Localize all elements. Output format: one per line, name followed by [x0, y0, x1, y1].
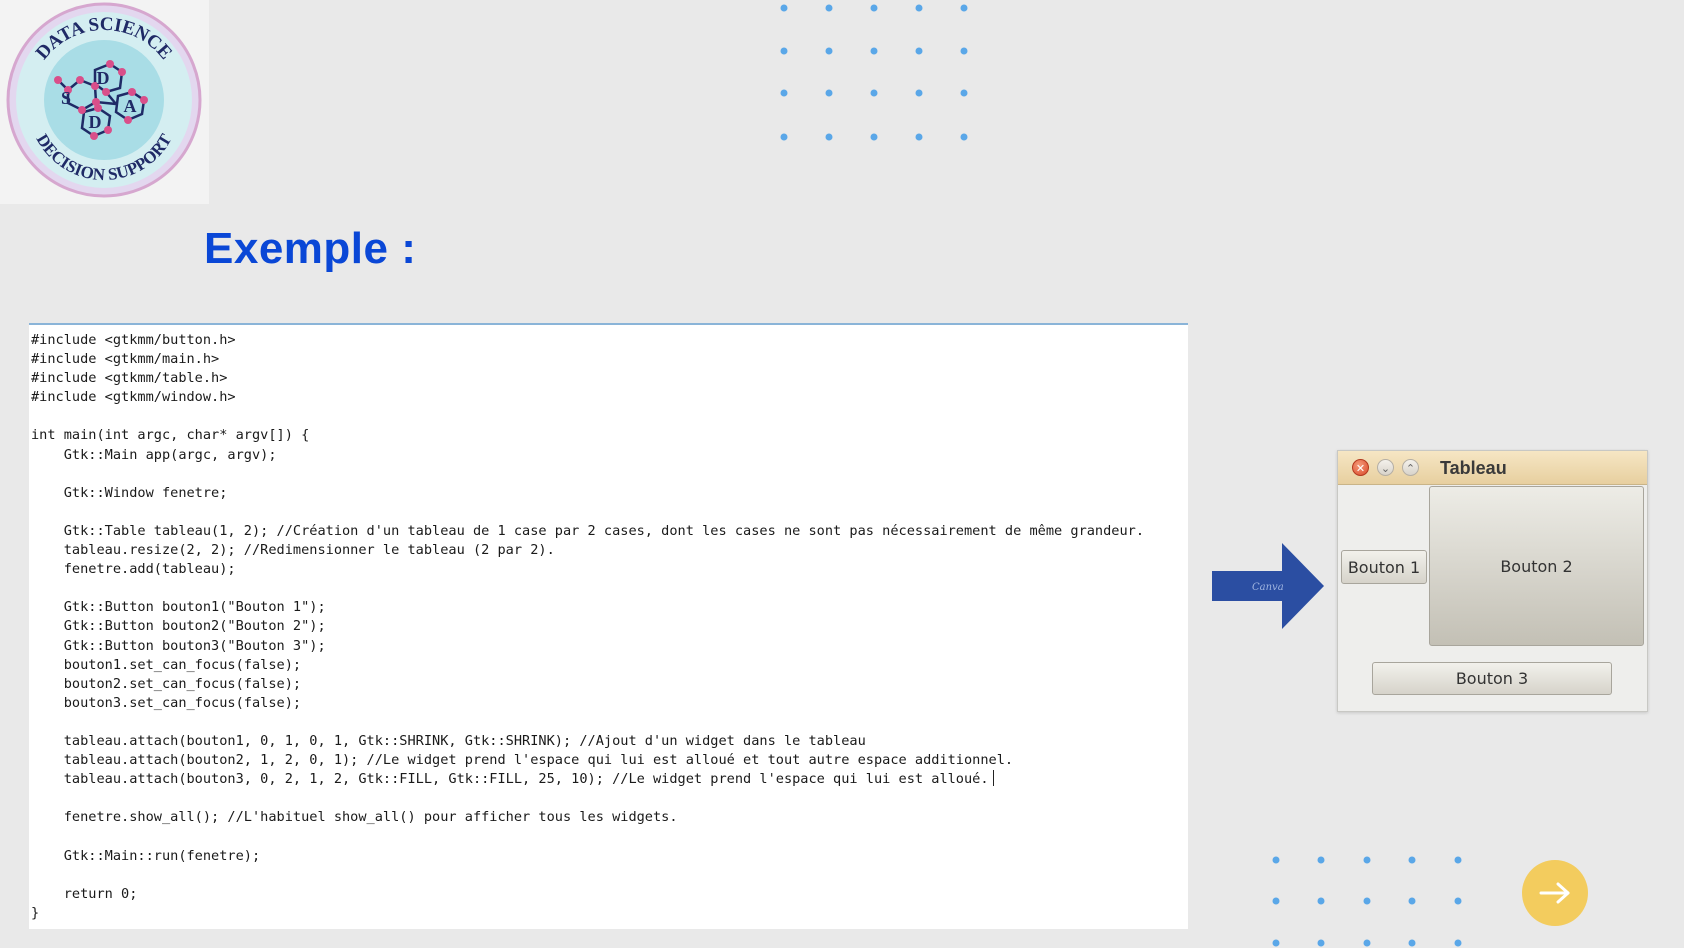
text-caret — [992, 770, 994, 787]
code-line-text: fenetre.add(tableau); — [31, 561, 236, 578]
gtk-window-preview: ✕ ⌄ ⌃ Tableau Bouton 1 Bouton 2 Bouton 3 — [1337, 450, 1648, 712]
code-line-text: fenetre.show_all(); //L'habituel show_al… — [31, 809, 678, 826]
code-line: Gtk::Button bouton1("Bouton 1"); — [31, 598, 1144, 617]
code-line: Gtk::Window fenetre; — [31, 484, 1144, 503]
code-line-text: Gtk::Button bouton1("Bouton 1"); — [31, 599, 326, 616]
code-line-text: return 0; — [31, 885, 138, 902]
bouton-3-button[interactable]: Bouton 3 — [1372, 662, 1612, 695]
code-line: int main(int argc, char* argv[]) { — [31, 426, 1144, 445]
code-line: #include <gtkmm/button.h> — [31, 331, 1144, 350]
bottom-dot-grid — [1270, 856, 1470, 948]
code-line: Gtk::Button bouton2("Bouton 2"); — [31, 617, 1144, 636]
code-listing: #include <gtkmm/button.h> #include <gtkmm… — [31, 331, 1144, 923]
code-line: bouton2.set_can_focus(false); — [31, 675, 1144, 694]
code-line: #include <gtkmm/table.h> — [31, 369, 1144, 388]
code-line-text: Gtk::Button bouton3("Bouton 3"); — [31, 637, 326, 654]
code-line-text: tableau.resize(2, 2); //Redimensionner l… — [31, 542, 555, 559]
code-line-text: tableau.attach(bouton3, 0, 2, 1, 2, Gtk:… — [31, 771, 989, 788]
code-line-text: } — [31, 904, 40, 921]
arrow-watermark: Canva — [1252, 582, 1284, 593]
code-line-text: Gtk::Button bouton2("Bouton 2"); — [31, 618, 326, 635]
code-line-text: bouton1.set_can_focus(false); — [31, 656, 302, 673]
logo-letter-d: D — [97, 68, 110, 88]
code-line-text: bouton2.set_can_focus(false); — [31, 675, 302, 692]
code-line: tableau.attach(bouton3, 0, 2, 1, 2, Gtk:… — [31, 770, 1144, 789]
code-line-text: int main(int argc, char* argv[]) { — [31, 427, 310, 444]
window-title: Tableau — [1440, 458, 1507, 478]
arrow-right-icon — [1539, 882, 1570, 904]
code-line: #include <gtkmm/main.h> — [31, 350, 1144, 369]
code-line: bouton1.set_can_focus(false); — [31, 656, 1144, 675]
code-line: Gtk::Button bouton3("Bouton 3"); — [31, 637, 1144, 656]
logo-letter-s: S — [61, 88, 71, 108]
code-line-text: Gtk::Main::run(fenetre); — [31, 847, 261, 864]
bouton-1-button[interactable]: Bouton 1 — [1341, 550, 1427, 584]
code-line: Gtk::Main app(argc, argv); — [31, 446, 1144, 465]
code-line-text: Gtk::Window fenetre; — [31, 484, 228, 501]
maximize-icon[interactable]: ⌃ — [1402, 459, 1419, 476]
minimize-icon[interactable]: ⌄ — [1377, 459, 1394, 476]
right-arrow-icon: Canva — [1212, 543, 1324, 634]
code-line: tableau.attach(bouton1, 0, 1, 0, 1, Gtk:… — [31, 732, 1144, 751]
code-line: fenetre.show_all(); //L'habituel show_al… — [31, 808, 1144, 827]
code-screenshot: #include <gtkmm/button.h> #include <gtkmm… — [29, 323, 1188, 929]
top-dot-grid — [776, 4, 976, 144]
logo-letter-a: A — [124, 96, 137, 116]
code-line-text: tableau.attach(bouton1, 0, 1, 0, 1, Gtk:… — [31, 732, 866, 749]
code-line-text: Gtk::Main app(argc, argv); — [31, 446, 277, 463]
code-line: bouton3.set_can_focus(false); — [31, 694, 1144, 713]
code-line: #include <gtkmm/window.h> — [31, 388, 1144, 407]
logo: DATA SCIENCE DECISION SUPPORT S D D A — [0, 0, 209, 204]
code-line: } — [31, 904, 1144, 923]
bouton-2-button[interactable]: Bouton 2 — [1429, 486, 1644, 646]
code-line: fenetre.add(tableau); — [31, 560, 1144, 579]
code-line: tableau.resize(2, 2); //Redimensionner l… — [31, 541, 1144, 560]
code-line-text: #include <gtkmm/main.h> — [31, 351, 220, 368]
slide-title: Exemple : — [204, 224, 417, 273]
code-line: tableau.attach(bouton2, 1, 2, 0, 1); //L… — [31, 751, 1144, 770]
code-line: Gtk::Table tableau(1, 2); //Création d'u… — [31, 522, 1144, 541]
code-line-text: #include <gtkmm/table.h> — [31, 370, 228, 387]
logo-letter-d2: D — [89, 112, 102, 132]
next-slide-button[interactable] — [1522, 860, 1588, 926]
close-icon[interactable]: ✕ — [1352, 459, 1369, 476]
code-line-text: bouton3.set_can_focus(false); — [31, 694, 302, 711]
code-line-text: Gtk::Table tableau(1, 2); //Création d'u… — [31, 522, 1145, 539]
code-line-text: tableau.attach(bouton2, 1, 2, 0, 1); //L… — [31, 752, 1014, 769]
data-science-logo: DATA SCIENCE DECISION SUPPORT S D D A — [6, 2, 202, 198]
code-line: Gtk::Main::run(fenetre); — [31, 847, 1144, 866]
window-titlebar: ✕ ⌄ ⌃ Tableau — [1338, 451, 1647, 485]
code-line-text: #include <gtkmm/button.h> — [31, 332, 236, 348]
code-line: return 0; — [31, 885, 1144, 904]
code-line-text: #include <gtkmm/window.h> — [31, 389, 236, 406]
